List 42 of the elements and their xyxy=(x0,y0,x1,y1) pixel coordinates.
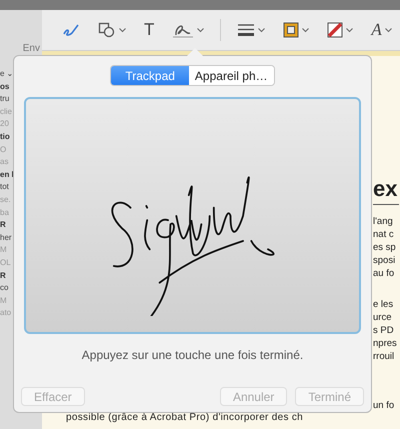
column-header: Env xyxy=(22,43,40,54)
shapes-icon xyxy=(98,22,116,38)
mail-list-text: OL xyxy=(0,256,12,269)
mail-list-text: 20 xyxy=(0,118,10,130)
mail-list-text: e ⌄ xyxy=(0,68,13,80)
document-text: s PD xyxy=(373,324,395,337)
document-text: e les xyxy=(373,298,394,311)
document-text: sposi xyxy=(373,254,396,267)
document-text: un fo xyxy=(373,399,396,412)
segment-tab[interactable]: Appareil ph… xyxy=(188,66,274,85)
mail-list-text: M xyxy=(0,294,8,307)
segment-tab[interactable]: Trackpad xyxy=(111,66,189,85)
document-text: urce xyxy=(373,311,392,324)
mail-list-text: co xyxy=(0,282,10,294)
mail-list-text: tot xyxy=(0,181,10,194)
mail-list-text: tio xyxy=(0,130,11,143)
mail-list-text: R xyxy=(0,219,7,232)
document-text: es sp xyxy=(373,241,397,254)
document-text: au fo xyxy=(373,267,396,280)
mail-list-text: se. xyxy=(0,194,12,206)
document-text: npres xyxy=(373,337,398,350)
document-text: l'ang xyxy=(373,215,394,228)
mail-list-text: tru xyxy=(0,93,10,106)
mail-list-text: clie xyxy=(0,106,13,118)
mail-list-text: O xyxy=(0,144,8,156)
mail-list-text: ba xyxy=(0,206,10,219)
mail-list-text: R xyxy=(0,270,7,282)
pen-stroke-icon xyxy=(62,22,80,38)
document-text: possible (grâce à Acrobat Pro) d'incorporer des ch xyxy=(65,412,304,425)
mail-list-text: en l xyxy=(0,168,13,181)
document-text: nat c xyxy=(373,228,395,241)
text-tool-button[interactable]: T xyxy=(142,19,156,41)
mail-list-text: os xyxy=(0,80,10,93)
mail-list-text: as xyxy=(0,156,10,168)
line-weight-icon xyxy=(237,23,256,37)
instruction-text: Appuyez sur une touche une fois terminé. xyxy=(82,348,304,362)
mail-list-text: M xyxy=(0,244,8,256)
mail-list-text: ato xyxy=(0,307,12,320)
mail-list-text: her xyxy=(0,232,13,244)
font-tool-button[interactable]: A xyxy=(369,19,394,41)
document-heading: ex xyxy=(373,174,399,205)
document-text: rrouil xyxy=(373,350,396,363)
